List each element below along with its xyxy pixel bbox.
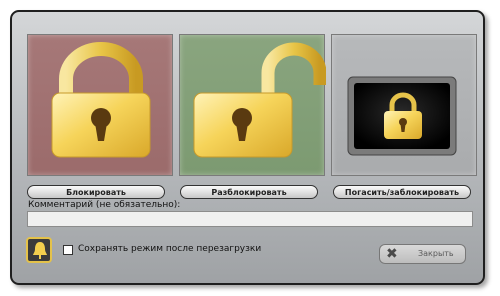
comment-input[interactable] — [27, 211, 473, 227]
unlock-panel[interactable] — [179, 34, 326, 176]
close-button[interactable]: ✖ Закрыть — [379, 244, 466, 264]
bell-button[interactable] — [26, 237, 52, 263]
persist-mode-label: Сохранять режим после перезагрузки — [78, 244, 262, 254]
close-button-label: Закрыть — [418, 249, 454, 258]
unlocked-padlock-icon — [193, 42, 326, 158]
locked-padlock-icon — [51, 42, 151, 158]
screen-off-lock-icon — [347, 76, 457, 156]
persist-mode-checkbox[interactable] — [63, 245, 73, 255]
close-x-icon: ✖ — [386, 246, 398, 262]
unlock-button[interactable]: Разблокировать — [180, 185, 318, 199]
screen-off-lock-button[interactable]: Погасить/заблокировать — [333, 185, 471, 199]
app-window: Блокировать Разблокировать Погасить/забл… — [10, 10, 485, 285]
lock-button[interactable]: Блокировать — [27, 185, 165, 199]
screen-off-panel[interactable] — [331, 34, 477, 176]
lock-panel[interactable] — [27, 34, 173, 176]
bell-icon — [33, 242, 47, 259]
comment-label: Комментарий (не обязательно): — [28, 200, 181, 210]
